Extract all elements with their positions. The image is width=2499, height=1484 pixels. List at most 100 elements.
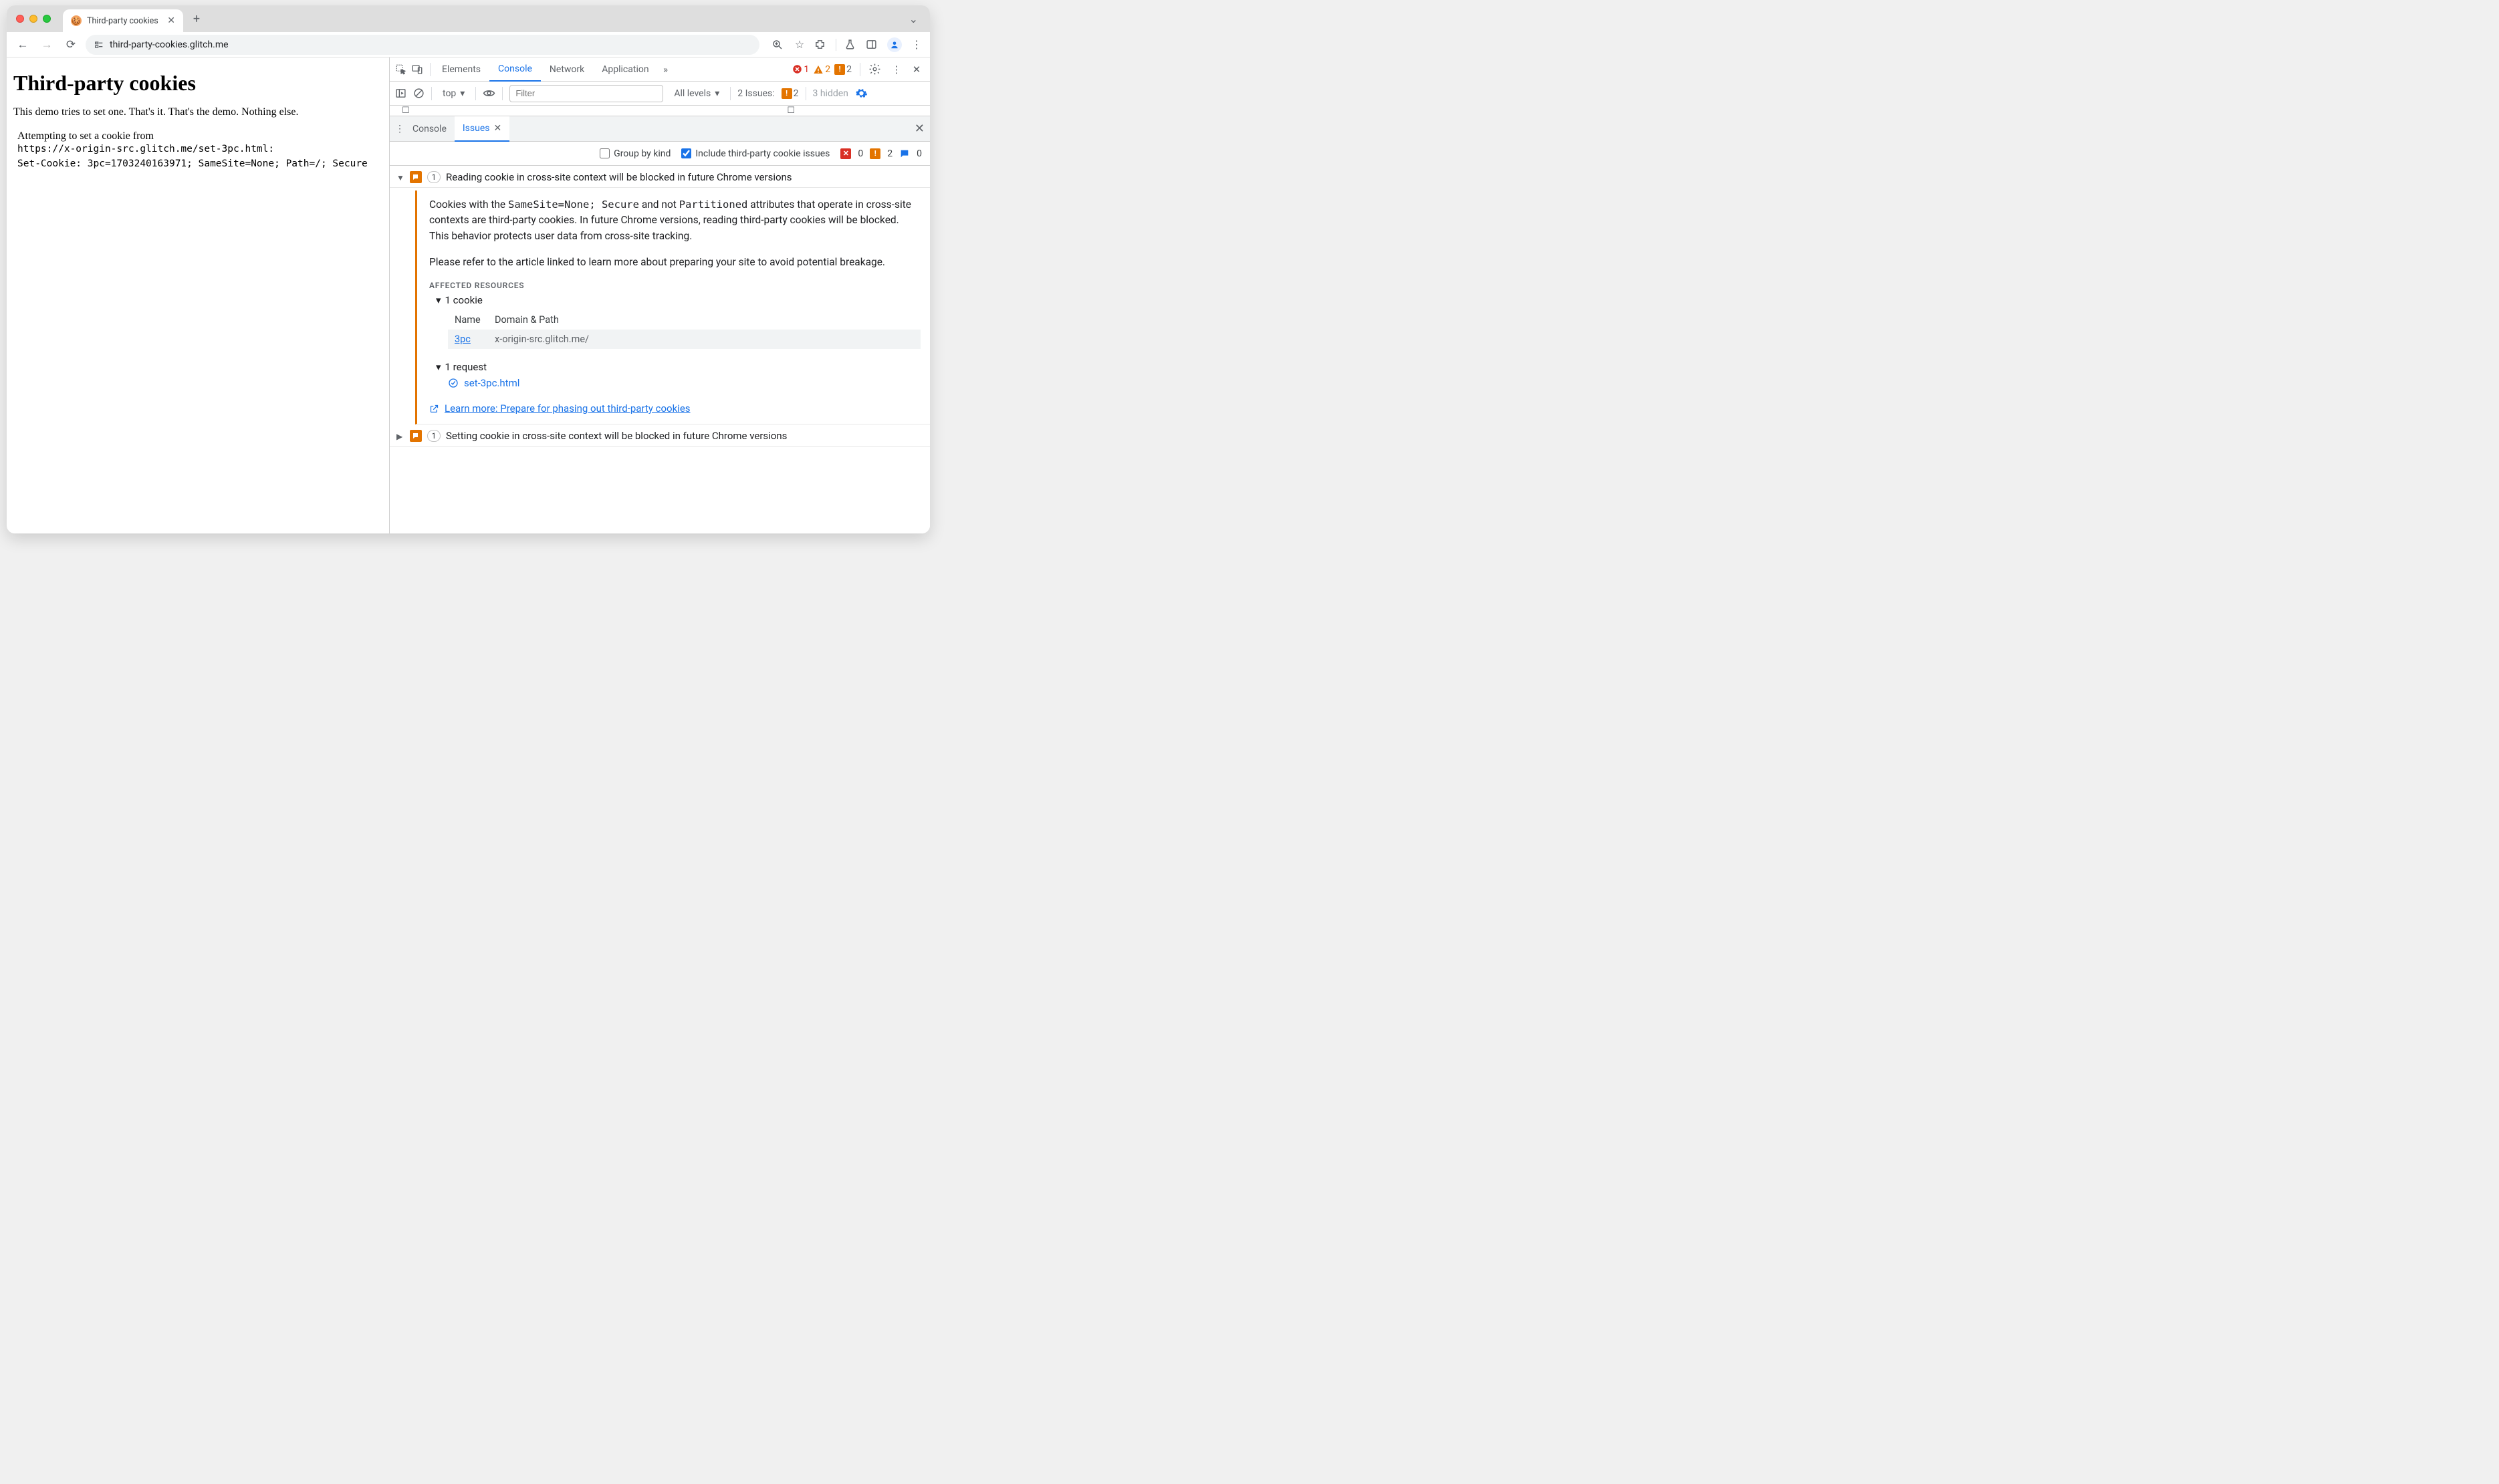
labs-icon[interactable] bbox=[844, 39, 858, 50]
request-subtree-toggle[interactable]: ▾ 1 request bbox=[436, 361, 921, 373]
inspect-icon[interactable] bbox=[395, 64, 411, 76]
page-intro: This demo tries to set one. That's it. T… bbox=[13, 106, 382, 118]
bookmark-icon[interactable]: ☆ bbox=[793, 38, 806, 51]
tab-network[interactable]: Network bbox=[541, 57, 593, 82]
reload-button[interactable]: ⟳ bbox=[62, 38, 80, 51]
chevron-down-icon: ▾ bbox=[460, 88, 465, 99]
issue-description-1: Cookies with the SameSite=None; Secure a… bbox=[429, 197, 921, 244]
expand-toggle-icon[interactable]: ▼ bbox=[396, 171, 404, 182]
drawer-tab-console[interactable]: Console bbox=[404, 116, 455, 142]
side-panel-icon[interactable] bbox=[866, 39, 879, 50]
drawer-tab-issues[interactable]: Issues ✕ bbox=[455, 116, 509, 142]
issue-count-pill: 1 bbox=[427, 430, 441, 442]
clear-console-icon[interactable] bbox=[413, 88, 425, 99]
group-by-kind-checkbox[interactable]: Group by kind bbox=[600, 148, 671, 159]
chevron-down-icon: ▾ bbox=[715, 88, 719, 99]
info-legend-icon bbox=[899, 148, 910, 159]
issue-icon: ! bbox=[834, 64, 845, 75]
maximize-window-button[interactable] bbox=[43, 15, 51, 23]
back-button[interactable]: ← bbox=[13, 38, 32, 51]
site-settings-icon[interactable] bbox=[94, 39, 104, 50]
issues-list: ▼ 1 Reading cookie in cross-site context… bbox=[390, 166, 930, 533]
external-link-icon bbox=[429, 404, 439, 414]
hidden-messages-count[interactable]: 3 hidden bbox=[813, 88, 848, 99]
new-tab-button[interactable]: + bbox=[187, 12, 206, 26]
affected-request-link[interactable]: set-3pc.html bbox=[448, 377, 921, 389]
tab-title: Third-party cookies bbox=[87, 16, 158, 26]
issues-count-badge[interactable]: ! 2 bbox=[834, 64, 852, 75]
cookie-subtree-toggle[interactable]: ▾ 1 cookie bbox=[436, 294, 921, 306]
cookie-name-link[interactable]: 3pc bbox=[455, 334, 471, 345]
breaking-change-icon bbox=[410, 171, 422, 183]
learn-more-link[interactable]: Learn more: Prepare for phasing out thir… bbox=[429, 402, 921, 414]
minimize-window-button[interactable] bbox=[29, 15, 37, 23]
log-levels-dropdown[interactable]: All levels ▾ bbox=[670, 88, 723, 99]
affected-cookies-table: Name Domain & Path 3pc x-origin-src.glit… bbox=[448, 310, 921, 349]
close-tab-button[interactable]: ✕ bbox=[167, 15, 175, 26]
issue-title: Setting cookie in cross-site context wil… bbox=[446, 430, 787, 442]
close-window-button[interactable] bbox=[16, 15, 24, 23]
chevron-down-icon: ▾ bbox=[436, 361, 441, 373]
page-heading: Third-party cookies bbox=[13, 71, 382, 96]
error-count-badge[interactable]: 1 bbox=[792, 64, 809, 75]
toggle-sidebar-icon[interactable] bbox=[395, 88, 406, 99]
cookie-domain: x-origin-src.glitch.me/ bbox=[495, 334, 589, 345]
tab-console[interactable]: Console bbox=[489, 57, 541, 82]
extensions-icon[interactable] bbox=[814, 39, 828, 50]
console-issues-badge[interactable]: ! 2 bbox=[782, 88, 799, 99]
devtools-panel: Elements Console Network Application » 1… bbox=[390, 57, 930, 533]
cookie-table-row: 3pc x-origin-src.glitch.me/ bbox=[448, 330, 921, 349]
issue-description-2: Please refer to the article linked to le… bbox=[429, 255, 921, 270]
issue-item[interactable]: ▶ 1 Setting cookie in cross-site context… bbox=[390, 424, 930, 447]
issue-item[interactable]: ▼ 1 Reading cookie in cross-site context… bbox=[390, 166, 930, 188]
profile-avatar[interactable] bbox=[887, 37, 902, 52]
error-legend-icon: ✕ bbox=[840, 148, 851, 159]
content-area: Third-party cookies This demo tries to s… bbox=[7, 57, 930, 533]
drawer-menu-icon[interactable]: ⋮ bbox=[395, 124, 404, 134]
zoom-icon[interactable] bbox=[771, 39, 785, 51]
devtools-menu-icon[interactable]: ⋮ bbox=[888, 64, 905, 76]
device-toggle-icon[interactable] bbox=[411, 64, 427, 76]
affected-resources-label: AFFECTED RESOURCES bbox=[429, 281, 921, 290]
close-drawer-tab-icon[interactable]: ✕ bbox=[494, 123, 502, 134]
more-tabs-icon[interactable]: » bbox=[658, 64, 674, 76]
url-text: third-party-cookies.glitch.me bbox=[110, 39, 229, 50]
tab-elements[interactable]: Elements bbox=[433, 57, 489, 82]
cookie-col-name: Name bbox=[455, 314, 495, 326]
toolbar-actions: ☆ ⋮ bbox=[771, 37, 923, 52]
favicon-icon: 🍪 bbox=[71, 15, 82, 26]
close-drawer-icon[interactable]: ✕ bbox=[915, 122, 925, 136]
include-3p-checkbox[interactable]: Include third-party cookie issues bbox=[681, 148, 830, 159]
console-settings-icon[interactable] bbox=[855, 87, 868, 100]
close-devtools-icon[interactable]: ✕ bbox=[909, 64, 925, 76]
issues-label: 2 Issues: bbox=[737, 88, 774, 99]
breaking-change-icon bbox=[410, 430, 422, 442]
issue-detail: Cookies with the SameSite=None; Secure a… bbox=[415, 191, 930, 424]
tab-application[interactable]: Application bbox=[593, 57, 657, 82]
window-controls bbox=[16, 15, 51, 23]
issues-legend: ✕0 !2 0 bbox=[840, 148, 922, 159]
expand-toggle-icon[interactable]: ▶ bbox=[396, 430, 404, 441]
devtools-tabs: Elements Console Network Application » 1… bbox=[390, 57, 930, 82]
issue-title: Reading cookie in cross-site context wil… bbox=[446, 171, 792, 183]
browser-window: 🍪 Third-party cookies ✕ + ⌄ ← → ⟳ third-… bbox=[7, 5, 930, 533]
context-dropdown[interactable]: top ▾ bbox=[439, 88, 469, 99]
cookie-col-domain: Domain & Path bbox=[495, 314, 559, 326]
navigation-toolbar: ← → ⟳ third-party-cookies.glitch.me ☆ bbox=[7, 32, 930, 57]
cookie-set-header: Set-Cookie: 3pc=1703240163971; SameSite=… bbox=[17, 157, 382, 172]
titlebar: 🍪 Third-party cookies ✕ + ⌄ bbox=[7, 5, 930, 32]
issues-toolbar: Group by kind Include third-party cookie… bbox=[390, 142, 930, 166]
warning-legend-icon: ! bbox=[870, 148, 880, 159]
filter-input[interactable] bbox=[509, 85, 663, 102]
settings-icon[interactable] bbox=[868, 63, 884, 76]
browser-tab[interactable]: 🍪 Third-party cookies ✕ bbox=[63, 9, 183, 32]
forward-button[interactable]: → bbox=[37, 38, 56, 51]
cookie-attempt-label: Attempting to set a cookie from bbox=[17, 130, 382, 142]
live-expression-icon[interactable] bbox=[483, 87, 495, 100]
tab-search-button[interactable]: ⌄ bbox=[909, 13, 918, 25]
warning-count-badge[interactable]: 2 bbox=[813, 64, 830, 75]
address-bar[interactable]: third-party-cookies.glitch.me bbox=[86, 35, 759, 55]
menu-button[interactable]: ⋮ bbox=[910, 38, 923, 51]
console-toolbar: top ▾ All levels ▾ 2 Issues: ! 2 bbox=[390, 82, 930, 106]
console-options-row: ☐ ☐ bbox=[390, 106, 930, 116]
